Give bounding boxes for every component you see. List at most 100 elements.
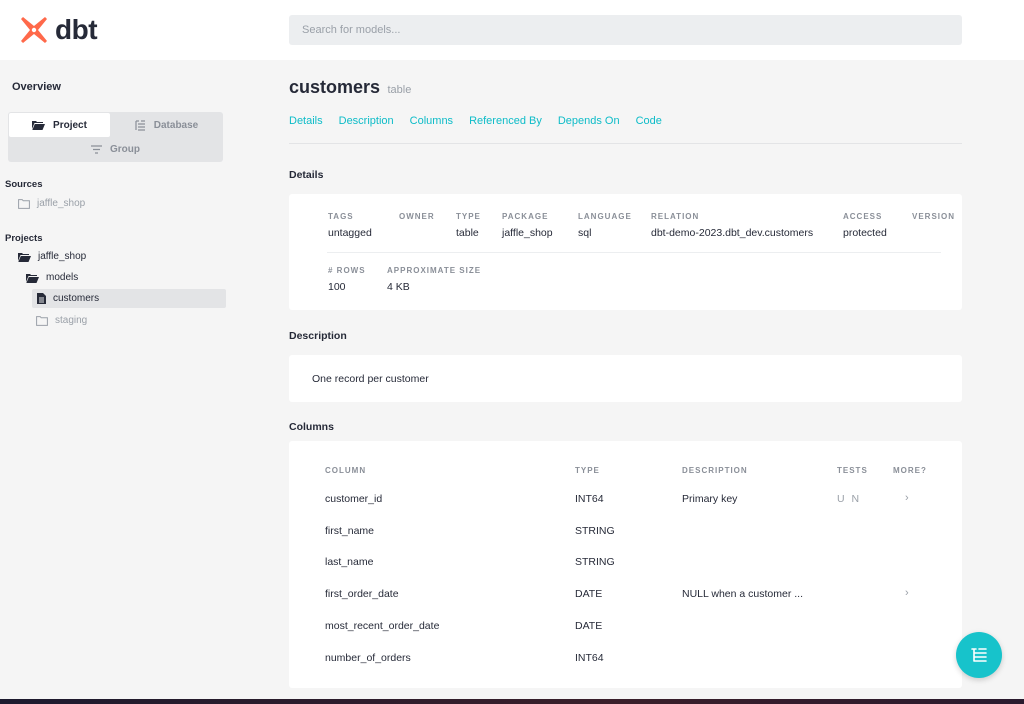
page-title: customers <box>289 77 381 97</box>
cell-column-type: STRING <box>575 525 615 537</box>
cell-column-name: first_order_date <box>325 588 399 600</box>
detail-value-type: table <box>456 227 479 239</box>
columns-section-title: Columns <box>289 421 334 433</box>
details-section-title: Details <box>289 169 324 181</box>
dbt-logo[interactable]: dbt <box>19 14 98 45</box>
sidebar-item-staging[interactable]: staging <box>36 311 87 330</box>
cell-column-tests: U N <box>837 493 862 505</box>
table-row[interactable]: customer_id INT64 Primary key U N › <box>289 490 962 510</box>
sidebar-item-label: models <box>46 272 79 283</box>
details-divider <box>327 252 941 253</box>
search-input[interactable] <box>289 15 962 45</box>
sidebar-item-label: jaffle_shop <box>37 198 86 209</box>
group-lines-icon <box>91 144 102 154</box>
dbt-logo-text: dbt <box>55 14 98 45</box>
page-title-row: customers table <box>289 77 411 98</box>
tab-database[interactable]: Database <box>111 113 222 137</box>
section-divider <box>289 143 962 144</box>
detail-label-rows: # ROWS <box>328 266 366 275</box>
sidebar-item-models[interactable]: models <box>26 268 78 287</box>
detail-value-relation: dbt-demo-2023.dbt_dev.customers <box>651 227 814 239</box>
column-header-column[interactable]: COLUMN <box>325 466 366 475</box>
column-header-type[interactable]: TYPE <box>575 466 600 475</box>
detail-label-approximate-size: APPROXIMATE SIZE <box>387 266 482 275</box>
detail-label-access: ACCESS <box>843 212 883 221</box>
detail-label-type: TYPE <box>456 212 481 221</box>
description-text: One record per customer <box>312 373 429 385</box>
folder-open-icon <box>26 273 39 283</box>
top-header: dbt <box>0 0 1024 60</box>
sidebar-item-source-jaffle-shop[interactable]: jaffle_shop <box>18 194 85 213</box>
page-title-type: table <box>387 84 412 96</box>
tab-code[interactable]: Code <box>636 115 662 127</box>
sources-heading: Sources <box>5 179 43 190</box>
tab-project[interactable]: Project <box>9 113 110 137</box>
detail-label-package: PACKAGE <box>502 212 549 221</box>
tab-project-label: Project <box>53 119 87 131</box>
sidebar-item-label: jaffle_shop <box>38 251 87 262</box>
folder-open-icon <box>32 121 46 130</box>
cell-column-description: Primary key <box>682 493 738 505</box>
tab-group-label: Group <box>110 143 140 155</box>
tab-group[interactable]: Group <box>9 137 222 161</box>
table-row[interactable]: number_of_orders INT64 <box>289 649 962 669</box>
detail-value-language: sql <box>578 227 592 239</box>
detail-value-access: protected <box>843 227 887 239</box>
sidebar-item-label: customers <box>53 293 100 304</box>
detail-label-relation: RELATION <box>651 212 700 221</box>
cell-column-type: DATE <box>575 588 603 600</box>
cell-column-name: most_recent_order_date <box>325 620 440 632</box>
description-section-title: Description <box>289 330 347 342</box>
chevron-right-icon[interactable]: › <box>905 492 909 504</box>
column-header-description[interactable]: DESCRIPTION <box>682 466 748 475</box>
file-icon <box>37 293 46 304</box>
detail-label-version: VERSION <box>912 212 956 221</box>
cell-column-name: customer_id <box>325 493 383 505</box>
cell-column-type: STRING <box>575 556 615 568</box>
cell-column-type: INT64 <box>575 493 604 505</box>
projects-heading: Projects <box>5 233 43 244</box>
cell-column-type: INT64 <box>575 652 604 664</box>
overview-title[interactable]: Overview <box>12 81 61 93</box>
table-row[interactable]: last_name STRING <box>289 553 962 573</box>
sidebar-view-tabs: Project Database Group <box>8 112 223 162</box>
tab-details[interactable]: Details <box>289 115 323 127</box>
lineage-graph-icon <box>971 648 987 662</box>
columns-card: COLUMN TYPE DESCRIPTION TESTS MORE? cust… <box>289 441 962 688</box>
sidebar: Overview Project Database Group Sources … <box>0 60 234 700</box>
column-header-more[interactable]: MORE? <box>893 466 927 475</box>
detail-value-package: jaffle_shop <box>502 227 553 239</box>
detail-value-rows: 100 <box>328 281 346 293</box>
sidebar-item-label: staging <box>55 315 88 326</box>
table-row[interactable]: first_name STRING <box>289 522 962 542</box>
chevron-right-icon[interactable]: › <box>905 587 909 599</box>
column-header-tests[interactable]: TESTS <box>837 466 868 475</box>
table-row[interactable]: first_order_date DATE NULL when a custom… <box>289 585 962 605</box>
cell-column-name: number_of_orders <box>325 652 411 664</box>
sidebar-item-customers[interactable]: customers <box>32 289 226 308</box>
cell-column-name: first_name <box>325 525 375 537</box>
detail-label-language: LANGUAGE <box>578 212 632 221</box>
detail-label-owner: OWNER <box>399 212 435 221</box>
window-bottom-edge <box>0 699 1024 704</box>
detail-value-approximate-size: 4 KB <box>387 281 410 293</box>
table-row[interactable]: most_recent_order_date DATE <box>289 617 962 637</box>
tab-referenced-by[interactable]: Referenced By <box>469 115 542 127</box>
cell-column-description: NULL when a customer ... <box>682 588 803 600</box>
dbt-logo-icon <box>21 17 47 43</box>
description-card: One record per customer <box>289 355 962 402</box>
lineage-graph-button[interactable] <box>956 632 1002 678</box>
sidebar-item-project-jaffle-shop[interactable]: jaffle_shop <box>18 247 86 266</box>
detail-label-tags: TAGS <box>328 212 354 221</box>
tab-description[interactable]: Description <box>339 115 394 127</box>
tree-icon <box>135 119 145 131</box>
cell-column-name: last_name <box>325 556 374 568</box>
tab-depends-on[interactable]: Depends On <box>558 115 620 127</box>
details-card: TAGS untagged OWNER TYPE table PACKAGE j… <box>289 194 962 310</box>
tab-columns[interactable]: Columns <box>410 115 453 127</box>
folder-icon <box>36 315 48 326</box>
detail-value-tags: untagged <box>328 227 372 239</box>
folder-open-icon <box>18 252 31 262</box>
tab-database-label: Database <box>153 119 199 131</box>
folder-icon <box>18 198 30 209</box>
